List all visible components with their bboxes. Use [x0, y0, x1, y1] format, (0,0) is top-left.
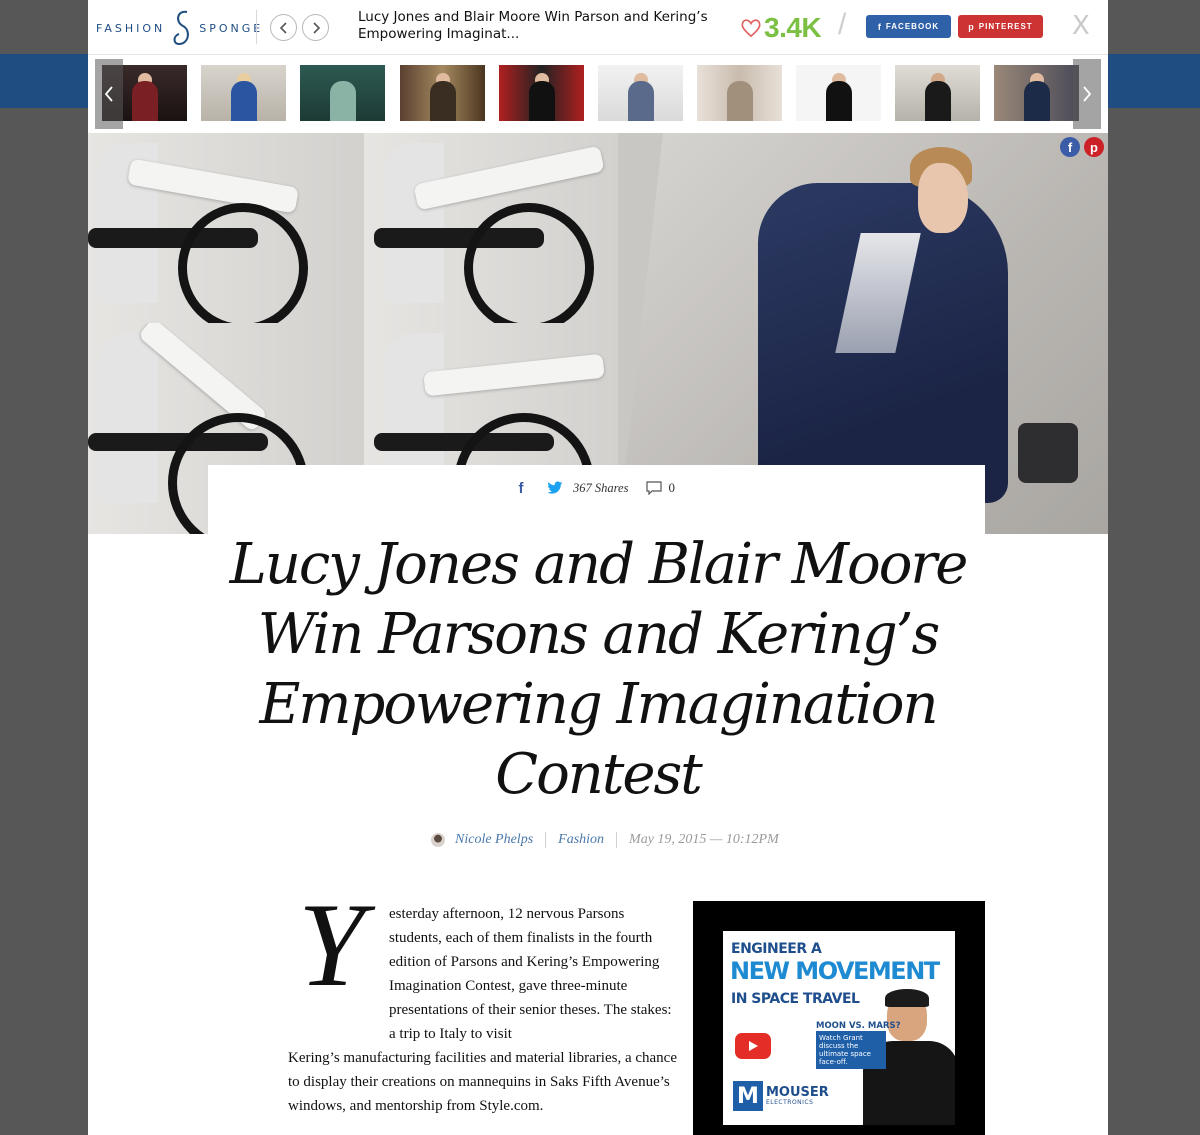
pinterest-share-label: PINTEREST — [978, 22, 1033, 31]
mouser-logo-mark: M — [733, 1081, 763, 1111]
article-body-paragraph: esterday afternoon, 12 nervous Parsons s… — [389, 906, 672, 1042]
carousel-thumbnail[interactable] — [201, 65, 286, 121]
divider — [256, 10, 257, 44]
logo-text-right: SPONGE — [199, 21, 264, 35]
carousel-thumbnail[interactable] — [400, 65, 485, 121]
article-headline: Lucy Jones and Blair Moore Win Parsons a… — [229, 532, 969, 807]
article-body-paragraph-continued: Kering’s manufacturing facilities and ma… — [288, 1050, 677, 1114]
chevron-left-icon — [104, 86, 113, 102]
ad-callout: Watch Grant discuss the ultimate space f… — [816, 1031, 886, 1069]
divider — [616, 832, 618, 848]
publish-date: May 19, 2015 — 10:12PM — [629, 832, 779, 847]
carousel-thumbnail[interactable] — [499, 65, 584, 121]
previous-article-button[interactable] — [270, 14, 297, 41]
chevron-left-icon — [279, 21, 287, 34]
like-button[interactable]: 3.4K — [740, 12, 822, 44]
facebook-icon[interactable]: f — [1060, 137, 1080, 157]
carousel-thumbnail[interactable] — [895, 65, 980, 121]
mouser-brand-sub: ELECTRONICS — [766, 1099, 814, 1106]
next-article-button[interactable] — [302, 14, 329, 41]
divider — [545, 832, 547, 848]
drop-cap: Y — [298, 878, 365, 1011]
author-avatar — [431, 833, 445, 847]
logo-text-left: FASHION — [96, 21, 166, 35]
author-link[interactable]: Nicole Phelps — [455, 832, 533, 848]
ad-headline-line3: IN SPACE TRAVEL — [731, 991, 860, 1007]
article-share-row: f 367 Shares 0 — [513, 480, 675, 497]
hero-tile — [364, 133, 618, 323]
ad-headline-line1: ENGINEER A — [731, 941, 822, 957]
modal-top-bar: FASHION SPONGE Lucy Jones and Blair Moor… — [88, 0, 1108, 55]
carousel-next-button[interactable] — [1073, 59, 1101, 129]
heart-icon — [741, 19, 761, 38]
carousel-thumbnail[interactable] — [994, 65, 1079, 121]
facebook-share-label: FACEBOOK — [885, 22, 940, 31]
carousel-thumbnail[interactable] — [697, 65, 782, 121]
pinterest-icon: p — [968, 21, 975, 32]
pinterest-share-button[interactable]: p PINTEREST — [958, 15, 1043, 38]
article-card-top — [208, 465, 985, 535]
ad-headline-line2: NEW MOVEMENT — [730, 957, 940, 985]
mouser-ad-banner[interactable]: ENGINEER A NEW MOVEMENT IN SPACE TRAVEL … — [723, 931, 955, 1125]
carousel-thumbnail[interactable] — [300, 65, 385, 121]
site-logo[interactable]: FASHION SPONGE — [96, 8, 263, 48]
carousel-prev-button[interactable] — [95, 59, 123, 129]
separator-slash: / — [838, 8, 847, 41]
chevron-right-icon — [312, 21, 320, 34]
pinterest-icon[interactable]: p — [1084, 137, 1104, 157]
share-count: 367 Shares — [573, 480, 629, 495]
article-title-short: Lucy Jones and Blair Moore Win Parson an… — [358, 9, 708, 42]
chevron-right-icon — [1083, 86, 1092, 102]
facebook-icon: f — [877, 21, 882, 32]
carousel-thumbnail[interactable] — [796, 65, 881, 121]
advertisement: ENGINEER A NEW MOVEMENT IN SPACE TRAVEL … — [693, 901, 985, 1135]
comment-count: 0 — [668, 480, 675, 495]
mouser-logo: M MOUSER ELECTRONICS — [733, 1081, 829, 1111]
ad-question: MOON VS. MARS? — [816, 1021, 901, 1031]
hero-share-icons: f p — [1060, 137, 1104, 157]
category-link[interactable]: Fashion — [558, 832, 604, 848]
twitter-icon[interactable] — [547, 480, 563, 496]
article-byline: Nicole Phelps Fashion May 19, 2015 — 10:… — [431, 832, 779, 848]
carousel-thumbnail[interactable] — [598, 65, 683, 121]
article-modal: FASHION SPONGE Lucy Jones and Blair Moor… — [88, 0, 1108, 1135]
like-count: 3.4K — [764, 12, 822, 43]
related-articles-carousel — [88, 55, 1108, 133]
hero-tile — [88, 133, 364, 323]
close-button[interactable]: X — [1072, 11, 1090, 41]
logo-ampersand-icon — [173, 10, 190, 46]
comment-icon[interactable] — [646, 480, 663, 496]
mouser-brand: MOUSER — [766, 1085, 829, 1100]
youtube-play-icon[interactable] — [735, 1033, 771, 1059]
facebook-share-button[interactable]: f FACEBOOK — [866, 15, 951, 38]
facebook-icon[interactable]: f — [513, 480, 529, 497]
